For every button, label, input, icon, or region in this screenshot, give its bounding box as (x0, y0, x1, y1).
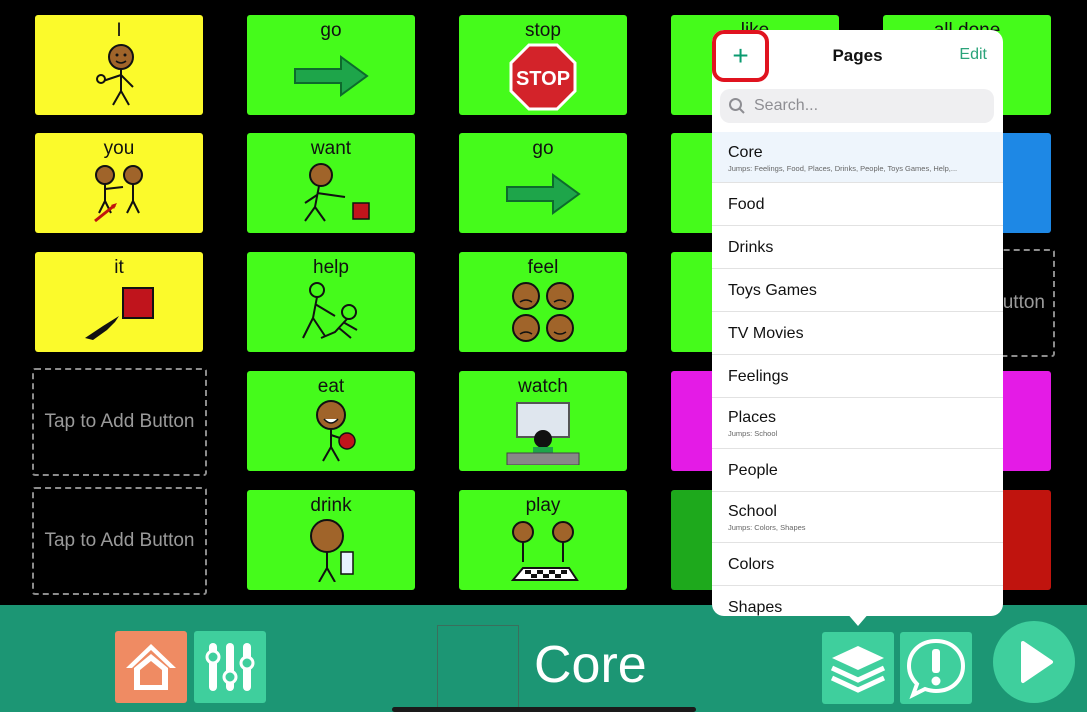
tile-label: watch (518, 376, 568, 397)
helping-people-icon (302, 282, 358, 339)
tile-eat[interactable]: eat (247, 371, 415, 471)
pages-list: Core Jumps: Feelings, Food, Places, Drin… (712, 132, 1003, 616)
tile-label: you (103, 138, 135, 159)
pointing-self-icon (96, 44, 134, 106)
watching-tv-icon (506, 402, 580, 465)
stop-sign-icon: STOP (509, 43, 577, 111)
page-row-food[interactable]: Food (712, 183, 1003, 226)
tile-watch[interactable]: watch (459, 371, 627, 471)
tile-label: go (532, 138, 554, 159)
page-jumps: Jumps: Feelings, Food, Places, Drinks, P… (728, 164, 958, 173)
edit-button[interactable]: Edit (959, 46, 987, 64)
page-row-school[interactable]: School Jumps: Colors, Shapes (712, 492, 1003, 543)
page-jumps: Jumps: Colors, Shapes (728, 523, 806, 532)
eating-person-icon (316, 400, 356, 462)
tile-go-2[interactable]: go (459, 133, 627, 233)
stop-sign-text: STOP (516, 68, 570, 90)
page-row-shapes[interactable]: Shapes (712, 586, 1003, 616)
tile-label: help (313, 257, 349, 278)
arrow-right-icon (294, 55, 369, 97)
tile-label: play (525, 495, 561, 516)
tile-label: drink (310, 495, 352, 516)
reaching-person-icon (304, 163, 370, 222)
tile-play[interactable]: play (459, 490, 627, 590)
tile-it[interactable]: it (35, 252, 203, 352)
play-icon (1021, 641, 1053, 683)
speak-play-button[interactable] (993, 621, 1075, 703)
empty-slot[interactable]: Tap to Add Button (32, 487, 207, 595)
home-button[interactable] (115, 631, 187, 703)
page-name: Colors (728, 556, 775, 573)
pointing-hand-icon (85, 287, 154, 340)
page-name: School (728, 503, 777, 520)
home-icon (126, 644, 176, 690)
settings-button[interactable] (194, 631, 266, 703)
page-name: Drinks (728, 239, 774, 256)
page-icon-placeholder (437, 625, 519, 708)
bottom-toolbar: Core (0, 605, 1087, 712)
tile-go[interactable]: go (247, 15, 415, 115)
pointing-other-icon (94, 165, 143, 223)
tile-you[interactable]: you (35, 133, 203, 233)
tile-feel[interactable]: feel (459, 252, 627, 352)
add-page-button[interactable]: + (712, 30, 769, 82)
tile-label: want (310, 138, 352, 159)
tile-label: I (116, 20, 122, 41)
page-name: People (728, 462, 778, 479)
page-jumps: Jumps: School (728, 429, 778, 438)
page-title: Core (534, 636, 647, 694)
page-row-core[interactable]: Core Jumps: Feelings, Food, Places, Drin… (712, 132, 1003, 183)
page-name: Food (728, 196, 765, 213)
empty-slot-label: Tap to Add Button (44, 411, 195, 432)
page-row-toys-games[interactable]: Toys Games (712, 269, 1003, 312)
page-row-feelings[interactable]: Feelings (712, 355, 1003, 398)
page-row-colors[interactable]: Colors (712, 543, 1003, 586)
alert-button[interactable] (900, 632, 972, 704)
page-row-people[interactable]: People (712, 449, 1003, 492)
search-bar (720, 89, 994, 123)
popover-header: Pages + Edit (712, 30, 1003, 82)
tile-stop[interactable]: stop STOP (459, 15, 627, 115)
search-icon (729, 98, 745, 114)
home-indicator (392, 707, 696, 712)
empty-slot-label: utton (1002, 292, 1045, 313)
tile-label: it (114, 257, 124, 278)
tile-label: feel (527, 257, 559, 278)
page-name: TV Movies (728, 325, 804, 342)
page-name: Toys Games (728, 282, 817, 299)
empty-slot[interactable]: Tap to Add Button (32, 368, 207, 476)
plus-icon: + (732, 40, 749, 71)
pages-popover: Pages + Edit Core Jumps: Feelings, Food,… (712, 30, 1003, 616)
tile-label: go (320, 20, 342, 41)
page-row-drinks[interactable]: Drinks (712, 226, 1003, 269)
sliders-icon (205, 643, 255, 691)
tile-label: stop (525, 20, 561, 41)
page-name: Core (728, 144, 763, 161)
faces-icon (512, 282, 574, 342)
alert-bubble-icon (906, 638, 966, 699)
tile-help[interactable]: help (247, 252, 415, 352)
drinking-person-icon (310, 519, 354, 582)
page-name: Places (728, 409, 777, 426)
tile-i[interactable]: I (35, 15, 203, 115)
empty-slot-label: Tap to Add Button (44, 530, 195, 551)
page-row-tv-movies[interactable]: TV Movies (712, 312, 1003, 355)
arrow-right-icon (506, 173, 581, 215)
tile-drink[interactable]: drink (247, 490, 415, 590)
playing-game-icon (510, 521, 579, 581)
page-name: Shapes (728, 599, 783, 616)
page-name: Feelings (728, 368, 789, 385)
tile-want[interactable]: want (247, 133, 415, 233)
page-row-places[interactable]: Places Jumps: School (712, 398, 1003, 449)
tile-label: eat (317, 376, 345, 397)
search-input[interactable] (752, 96, 986, 116)
pages-button[interactable] (822, 632, 894, 704)
layers-icon (830, 646, 886, 693)
